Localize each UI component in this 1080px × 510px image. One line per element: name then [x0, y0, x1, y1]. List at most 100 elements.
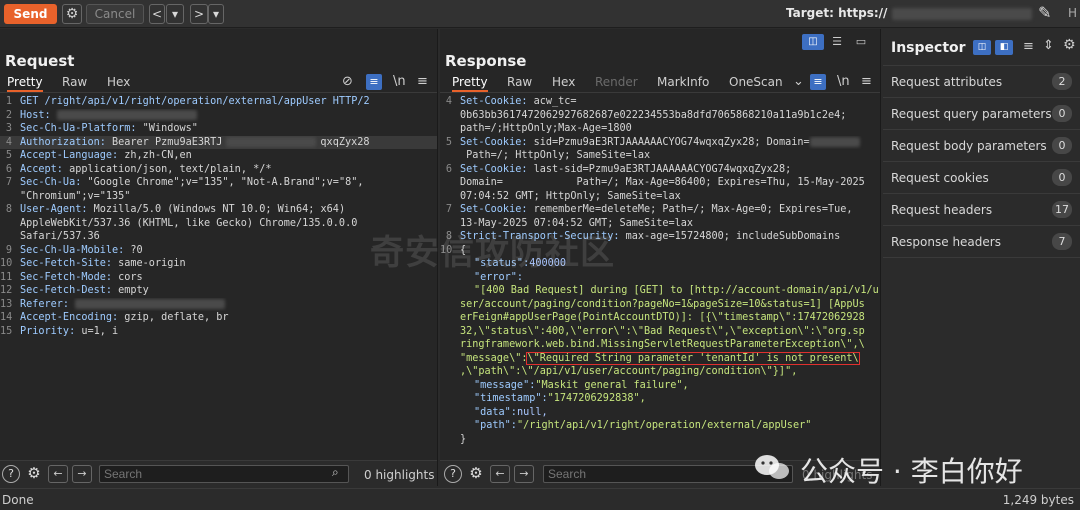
request-title: Request	[5, 52, 75, 70]
response-tab-hex[interactable]: Hex	[552, 75, 575, 89]
request-line-selected: 4 Authorization: Bearer Pzmu9aE3RTJ qxqZyx…	[0, 135, 437, 149]
json-line: ringframework.web.bind.MissingServletReq…	[460, 339, 865, 350]
status-text: Done	[2, 493, 34, 507]
request-line: 15 Priority: u=1, i	[0, 325, 119, 337]
hide-eye-icon[interactable]: ⊘	[342, 74, 353, 89]
response-menu-icon[interactable]: ≡	[861, 74, 872, 89]
response-tab-onescan[interactable]: OneScan	[729, 75, 783, 89]
response-line: 13-May-2025 07:04:52 GMT; SameSite=lax	[460, 217, 694, 229]
inspector-dock-icon[interactable]: ◧	[995, 40, 1013, 55]
response-line: 5 Set-Cookie: sid=Pzmu9aE3RTJAAAAAACYOG74…	[440, 136, 880, 150]
help-icon[interactable]: ?	[444, 465, 462, 483]
response-tab-raw[interactable]: Raw	[507, 75, 532, 89]
inspector-request-query-parameters[interactable]: Request query parameters 0	[883, 98, 1080, 130]
status-bar: Done 1,249 bytes	[0, 488, 1080, 510]
response-line: 6 Set-Cookie: last-sid=Pzmu9aE3RTJAAAAAAC…	[445, 163, 792, 175]
redacted-host	[891, 7, 1032, 20]
request-line: 12 Sec-Fetch-Dest: empty	[0, 285, 149, 296]
response-editor[interactable]: 4 Set-Cookie: acw_tc= 0b63bb3617472062927…	[440, 95, 880, 446]
layout-tabs-icon[interactable]: ▭	[850, 34, 872, 50]
wrap-toggle-icon[interactable]: ≡	[366, 74, 382, 90]
request-search-input[interactable]	[99, 465, 349, 483]
response-search-input[interactable]	[543, 465, 793, 483]
response-search-bar: ? ⚙ ← → 0 highlights	[440, 460, 880, 486]
request-line: 3 Sec-Ch-Ua-Platform: "Windows"	[5, 123, 198, 134]
inspector-request-body-parameters[interactable]: Request body parameters 0	[883, 130, 1080, 162]
count-badge: 7	[1052, 233, 1072, 250]
help-icon[interactable]: ?	[2, 465, 20, 483]
request-tab-raw[interactable]: Raw	[62, 75, 87, 89]
history-forward-dropdown[interactable]: ▾	[208, 4, 224, 24]
json-line: }	[460, 433, 467, 445]
inspector-settings-gear-icon[interactable]: ⚙	[1063, 37, 1076, 53]
response-line: Domain= Path=/; Max-Age=86400; Expires=T…	[460, 177, 865, 188]
search-next-arrow-icon[interactable]: →	[72, 465, 92, 483]
inspector-layout-icon[interactable]: ◫	[973, 40, 991, 55]
request-line: 8 User-Agent: Mozilla/5.0 (Windows NT 10.…	[5, 204, 346, 215]
inspector-request-headers[interactable]: Request headers 17	[883, 194, 1080, 226]
request-tab-hex[interactable]: Hex	[107, 75, 130, 89]
response-line: path=/;HttpOnly;Max-Age=1800	[460, 123, 632, 134]
response-size: 1,249 bytes	[1002, 493, 1074, 507]
help-label[interactable]: H	[1068, 6, 1077, 20]
response-line: 4 Set-Cookie: acw_tc=	[445, 96, 577, 107]
response-tab-render: Render	[595, 75, 638, 89]
target-label-text: Target: https://	[786, 6, 888, 20]
json-line: "message":"Maskit general failure",	[474, 379, 689, 391]
edit-target-icon[interactable]: ✎	[1038, 3, 1051, 22]
response-tab-pretty[interactable]: Pretty	[452, 75, 488, 92]
search-prev-arrow-icon[interactable]: ←	[490, 465, 510, 483]
request-line: 5 Accept-Language: zh,zh-CN,en	[5, 150, 192, 161]
response-line: 0b63bb3617472062927682687e022234553ba8df…	[460, 109, 847, 121]
request-line: 6 Accept: application/json, text/plain, *…	[5, 163, 272, 175]
json-line: "timestamp":"1747206292838",	[474, 393, 646, 404]
request-tab-pretty[interactable]: Pretty	[7, 75, 43, 92]
history-back-dropdown[interactable]: ▾	[166, 4, 184, 24]
layout-side-by-side-icon[interactable]: ◫	[802, 34, 824, 50]
newline-toggle-icon[interactable]: \n	[393, 74, 406, 89]
search-prev-arrow-icon[interactable]: ←	[48, 465, 68, 483]
json-line: ser/account/paging/condition?pageNo=1&pa…	[460, 298, 865, 310]
request-highlights-count: 0 highlights	[364, 468, 435, 482]
request-menu-icon[interactable]: ≡	[417, 74, 428, 89]
highlighted-error-message: \"Required String parameter 'tenantId' i…	[526, 351, 860, 365]
request-search-bar: ? ⚙ ← → ⌕ 0 highlights	[0, 460, 437, 486]
json-line: "status":400000	[474, 258, 567, 269]
request-tabs: Pretty Raw Hex ⊘ ≡ \n ≡	[0, 73, 437, 93]
count-badge: 0	[1052, 137, 1072, 154]
history-back-button[interactable]: <	[149, 4, 165, 24]
search-magnifier-icon: ⌕	[332, 465, 339, 479]
inspector-title: Inspector	[891, 40, 966, 56]
count-badge: 0	[1052, 169, 1072, 186]
request-line: 2 Host:	[0, 109, 437, 123]
inspector-request-attributes[interactable]: Request attributes 2	[883, 66, 1080, 98]
response-title: Response	[445, 52, 527, 70]
request-line: 7 Sec-Ch-Ua: "Google Chrome";v="135", "No…	[5, 177, 364, 188]
inspector-split-icon[interactable]: ⇕	[1043, 38, 1054, 53]
response-tabs: Pretty Raw Hex Render MarkInfo OneScan ⌄…	[440, 73, 880, 93]
cancel-button[interactable]: Cancel	[86, 4, 144, 24]
response-tab-markinfo[interactable]: MarkInfo	[657, 75, 709, 89]
layout-toggle-group: ◫ ☰ ▭	[802, 34, 874, 50]
search-next-arrow-icon[interactable]: →	[514, 465, 534, 483]
response-newline-toggle-icon[interactable]: \n	[837, 74, 850, 89]
response-highlights-count: 0 highlights	[802, 468, 873, 482]
response-line: 7 Set-Cookie: rememberMe=deleteMe; Path=/…	[445, 204, 853, 215]
request-editor[interactable]: 1 GET /right/api/v1/right/operation/exter…	[0, 95, 437, 338]
inspector-align-icon[interactable]: ≡	[1023, 39, 1034, 54]
inspector-response-headers[interactable]: Response headers 7	[883, 226, 1080, 258]
send-button[interactable]: Send	[4, 4, 57, 24]
response-line: 10{	[440, 244, 467, 256]
settings-gear-icon[interactable]: ⚙	[62, 4, 82, 24]
redacted-token	[226, 136, 317, 147]
history-forward-button[interactable]: >	[190, 4, 208, 24]
layout-stacked-icon[interactable]: ☰	[826, 34, 848, 50]
json-line: "path":"/right/api/v1/right/operation/ex…	[474, 420, 812, 431]
more-tabs-chevron-icon[interactable]: ⌄	[793, 74, 804, 89]
target-url[interactable]: Target: https://	[786, 6, 1032, 20]
inspector-request-cookies[interactable]: Request cookies 0	[883, 162, 1080, 194]
search-settings-gear-icon[interactable]: ⚙	[25, 465, 43, 483]
response-wrap-toggle-icon[interactable]: ≡	[810, 74, 826, 90]
search-settings-gear-icon[interactable]: ⚙	[467, 465, 485, 483]
request-line: 14 Accept-Encoding: gzip, deflate, br	[0, 312, 229, 323]
